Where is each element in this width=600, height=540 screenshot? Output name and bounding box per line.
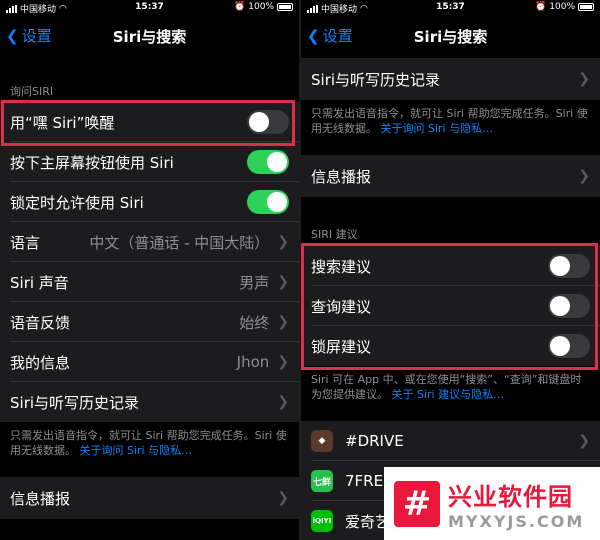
chevron-right-icon: ❯ [578, 71, 590, 87]
row-label: 用“嘿 Siri”唤醒 [10, 113, 115, 132]
battery-icon [277, 3, 293, 11]
row-search-suggestions: 搜索建议 [301, 246, 600, 286]
row-label: Siri与听写历史记录 [311, 70, 441, 89]
page-title: Siri与搜索 [413, 28, 488, 46]
drive-app-icon: ◆ [311, 430, 333, 452]
battery-percent: 100% [549, 2, 575, 12]
page-title: Siri与搜索 [112, 28, 187, 46]
siri-privacy-link[interactable]: 关于询问 Siri 与隐私… [80, 444, 193, 457]
row-label: Siri与听写历史记录 [10, 393, 140, 412]
row-siri-voice[interactable]: Siri 声音 男声 ❯ [0, 262, 299, 302]
suggestions-footnote: Siri 可在 App 中、或在您使用“搜索”、“查询”和键盘时为您提供建议。 … [311, 372, 590, 402]
row-label: 语言 [10, 233, 41, 252]
suggestions-privacy-link[interactable]: 关于 Siri 建议与隐私… [392, 388, 505, 401]
section-header-ask-siri: 询问SIRI [10, 85, 54, 98]
row-voice-feedback[interactable]: 语音反馈 始终 ❯ [0, 302, 299, 342]
lookup-suggestions-toggle[interactable] [548, 294, 590, 318]
row-announce-messages[interactable]: 信息播报 ❯ [301, 155, 600, 197]
search-suggestions-toggle[interactable] [548, 254, 590, 278]
row-announce-messages[interactable]: 信息播报 ❯ [0, 477, 299, 519]
my-info-value: Jhon [236, 353, 270, 371]
7fresh-app-icon: 七鲜 [311, 470, 333, 492]
row-label: 我的信息 [10, 353, 71, 372]
alarm-icon: ⏰ [234, 2, 246, 12]
row-label: 搜索建议 [311, 257, 372, 276]
status-bar: 中国移动 ◠ 15:37 ⏰ 100% [301, 0, 600, 16]
iqiyi-app-icon: iQIYI [311, 510, 333, 532]
chevron-right-icon: ❯ [277, 354, 289, 370]
row-lockscreen-suggestions: 锁屏建议 [301, 326, 600, 366]
status-bar: 中国移动 ◠ 15:37 ⏰ 100% [0, 0, 299, 16]
row-label: Siri 声音 [10, 273, 69, 292]
chevron-right-icon: ❯ [277, 274, 289, 290]
site-watermark: # 兴业软件园 MYXYJS.COM [384, 467, 600, 540]
chevron-right-icon: ❯ [578, 433, 590, 449]
chevron-right-icon: ❯ [277, 394, 289, 410]
row-siri-history[interactable]: Siri与听写历史记录 ❯ [0, 382, 299, 422]
app-row-drive[interactable]: ◆ #DRIVE ❯ [301, 421, 600, 461]
siri-footnote: 只需发出语音指令，就可让 Siri 帮助您完成任务。Siri 使用无线数据。 关… [10, 428, 289, 458]
row-label: 锁屏建议 [311, 337, 372, 356]
row-label: 按下主屏幕按钮使用 Siri [10, 153, 174, 172]
row-hey-siri: 用“嘿 Siri”唤醒 [0, 102, 299, 142]
battery-icon [578, 3, 594, 11]
section-header-siri-suggestions: SIRI 建议 [311, 228, 358, 241]
press-home-toggle[interactable] [247, 150, 289, 174]
left-screen: 中国移动 ◠ 15:37 ⏰ 100% ❮ 设置 Siri与搜索 询问SIRI … [0, 0, 299, 540]
voice-feedback-value: 始终 [239, 313, 270, 332]
siri-privacy-link[interactable]: 关于询问 Siri 与隐私… [381, 122, 494, 135]
watermark-subtitle: MYXYJS.COM [448, 511, 585, 531]
watermark-logo-icon: # [394, 480, 440, 527]
hey-siri-toggle[interactable] [247, 110, 289, 134]
chevron-right-icon: ❯ [578, 168, 590, 184]
chevron-right-icon: ❯ [277, 314, 289, 330]
row-lookup-suggestions: 查询建议 [301, 286, 600, 326]
row-allow-locked: 锁定时允许使用 Siri [0, 182, 299, 222]
row-label: 锁定时允许使用 Siri [10, 193, 144, 212]
app-name: #DRIVE [345, 432, 404, 450]
lockscreen-suggestions-toggle[interactable] [548, 334, 590, 358]
row-label: 查询建议 [311, 297, 372, 316]
nav-bar: ❮ 设置 Siri与搜索 [0, 20, 299, 50]
row-my-info[interactable]: 我的信息 Jhon ❯ [0, 342, 299, 382]
row-label: 语音反馈 [10, 313, 71, 332]
watermark-title: 兴业软件园 [448, 482, 573, 511]
language-value: 中文（普通话 - 中国大陆） [89, 233, 270, 252]
alarm-icon: ⏰ [535, 2, 547, 12]
siri-voice-value: 男声 [239, 273, 270, 292]
nav-bar: ❮ 设置 Siri与搜索 [301, 20, 600, 50]
right-screen: 中国移动 ◠ 15:37 ⏰ 100% ❮ 设置 Siri与搜索 Siri与听写… [301, 0, 600, 540]
row-siri-history[interactable]: Siri与听写历史记录 ❯ [301, 58, 600, 100]
row-press-home: 按下主屏幕按钮使用 Siri [0, 142, 299, 182]
siri-footnote: 只需发出语音指令，就可让 Siri 帮助您完成任务。Siri 使用无线数据。 关… [311, 106, 590, 136]
chevron-right-icon: ❯ [277, 234, 289, 250]
row-language[interactable]: 语言 中文（普通话 - 中国大陆） ❯ [0, 222, 299, 262]
chevron-right-icon: ❯ [277, 490, 289, 506]
row-label: 信息播报 [311, 167, 372, 186]
row-label: 信息播报 [10, 489, 71, 508]
battery-percent: 100% [248, 2, 274, 12]
allow-locked-toggle[interactable] [247, 190, 289, 214]
watermark-text: 兴业软件园 MYXYJS.COM [448, 477, 584, 531]
